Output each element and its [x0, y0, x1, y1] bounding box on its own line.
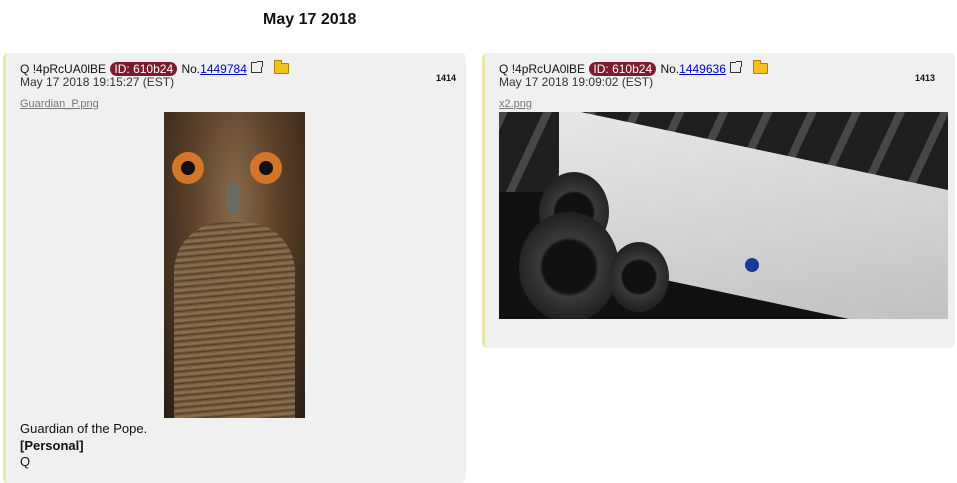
shuttle-engine [609, 242, 669, 312]
attachment-filename-link[interactable]: x2.png [499, 98, 532, 110]
folder-icon[interactable] [752, 60, 768, 74]
owl-eye-left [172, 152, 204, 184]
owl-image[interactable] [164, 112, 305, 418]
post-count: 1413 [915, 73, 936, 83]
author-name: Q [20, 62, 30, 76]
post-number-prefix: No. [181, 62, 201, 76]
poster-id-badge[interactable]: ID: 610b24 [110, 62, 178, 76]
nasa-logo-icon [745, 258, 759, 272]
post-number-link[interactable]: 1449784 [200, 62, 247, 76]
space-shuttle-image[interactable] [499, 112, 948, 319]
post-timestamp: May 17 2018 19:15:27 (EST) [20, 75, 175, 89]
post-number-prefix: No. [660, 62, 680, 76]
shuttle-engine [519, 212, 619, 319]
post-body-line: Q [20, 454, 31, 469]
folder-icon[interactable] [273, 60, 289, 74]
post-body-line: Guardian of the Pope. [20, 421, 148, 436]
external-link-icon[interactable] [251, 61, 264, 73]
post-meta: Q !4pRcUA0lBE ID: 610b24 No.1449636 [499, 60, 768, 76]
owl-beak [226, 184, 240, 214]
date-header: May 17 2018 [263, 11, 357, 28]
author-name: Q [499, 62, 509, 76]
post-count: 1414 [436, 73, 457, 83]
owl-eye-right [250, 152, 282, 184]
tripcode: !4pRcUA0lBE [511, 62, 586, 76]
post-number-link[interactable]: 1449636 [679, 62, 726, 76]
post-1449636: Q !4pRcUA0lBE ID: 610b24 No.1449636 May … [482, 53, 955, 348]
poster-id-badge[interactable]: ID: 610b24 [589, 62, 657, 76]
tripcode: !4pRcUA0lBE [32, 62, 107, 76]
external-link-icon[interactable] [730, 61, 743, 73]
post-1449784: Q !4pRcUA0lBE ID: 610b24 No.1449784 May … [3, 53, 466, 483]
owl-body [174, 222, 295, 418]
attachment-filename-link[interactable]: Guardian_P.png [20, 98, 99, 110]
post-body-line: [Personal] [20, 438, 84, 453]
post-timestamp: May 17 2018 19:09:02 (EST) [499, 75, 654, 89]
post-meta: Q !4pRcUA0lBE ID: 610b24 No.1449784 [20, 60, 289, 76]
